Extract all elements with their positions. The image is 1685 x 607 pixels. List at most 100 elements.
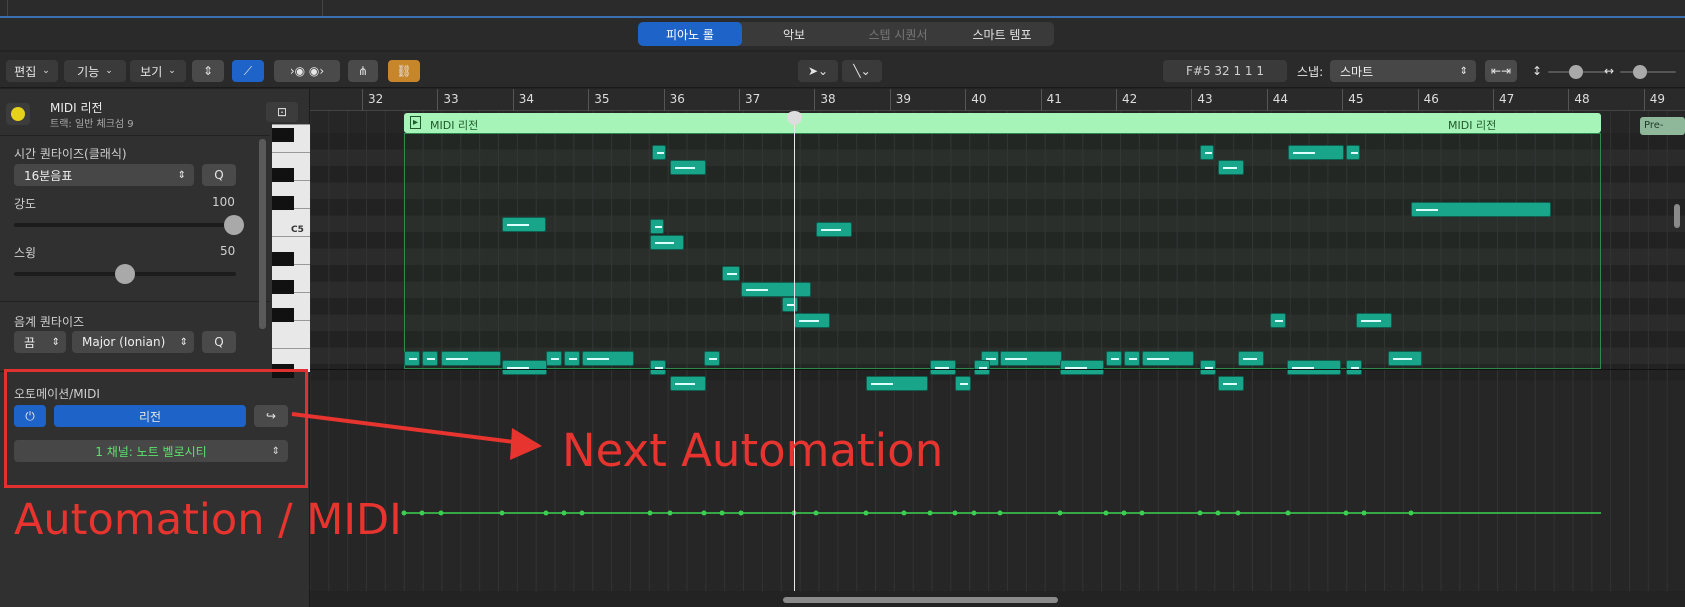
- black-key[interactable]: [272, 196, 294, 210]
- horizontal-scrollbar[interactable]: [783, 597, 1058, 603]
- scale-type-select[interactable]: Major (Ionian) ⇕: [72, 331, 194, 353]
- tuning-button[interactable]: ⋔: [348, 60, 378, 82]
- automation-point[interactable]: [1057, 510, 1063, 516]
- black-key[interactable]: [272, 252, 294, 266]
- black-key[interactable]: [272, 128, 294, 142]
- ruler-tick: [965, 89, 967, 111]
- tab-piano-roll[interactable]: 피아노 롤: [638, 22, 742, 46]
- link-button[interactable]: ⛓: [388, 60, 420, 82]
- catch-buttons[interactable]: ›◉ ◉›: [274, 60, 340, 82]
- ruler-bar-number: 46: [1423, 92, 1439, 106]
- automation-point[interactable]: [579, 510, 585, 516]
- ruler-tick: [1191, 89, 1193, 111]
- ruler-bar-number: 35: [594, 92, 610, 106]
- automation-point[interactable]: [1285, 510, 1291, 516]
- time-quantize-value: 16분음표: [24, 168, 73, 183]
- piano-keyboard[interactable]: C5: [272, 124, 310, 378]
- midi-draw-button[interactable]: ⟋: [232, 60, 264, 82]
- bar-ruler[interactable]: 32 33 34 35 36 37 38 39 40 41 42 43 44 45 46 47 48 49: [310, 89, 1685, 111]
- automation-point[interactable]: [1408, 510, 1414, 516]
- time-quantize-q-button[interactable]: Q: [202, 164, 236, 186]
- snap-select[interactable]: 스마트 ⇕: [1330, 60, 1476, 82]
- automation-point[interactable]: [863, 510, 869, 516]
- playhead[interactable]: [794, 111, 795, 591]
- ruler-tick: [588, 89, 590, 111]
- zoom-fit-button[interactable]: ⇤⇥: [1485, 60, 1517, 82]
- automation-point[interactable]: [438, 510, 444, 516]
- ruler-bar-number: 38: [820, 92, 836, 106]
- vertical-zoom-knob[interactable]: [1569, 65, 1583, 79]
- automation-point[interactable]: [1343, 510, 1349, 516]
- ruler-tick: [362, 89, 363, 111]
- region-collapse-button[interactable]: ⊡: [266, 102, 298, 122]
- swing-slider-knob[interactable]: [115, 264, 135, 284]
- strength-slider-knob[interactable]: [224, 215, 244, 235]
- automation-point[interactable]: [997, 510, 1003, 516]
- ruler-tick: [1040, 89, 1042, 111]
- piano-roll-grid[interactable]: ▸ MIDI 리전 MIDI 리전 Pre-: [310, 111, 1685, 591]
- chevron-down-icon: ⌄: [42, 66, 50, 76]
- tab-step-sequencer[interactable]: 스텝 시퀀서: [846, 22, 950, 46]
- automation-midi-annotation: Automation / MIDI: [14, 495, 402, 545]
- window-top-strip: [0, 0, 1685, 18]
- automation-point[interactable]: [647, 510, 653, 516]
- black-key[interactable]: [272, 308, 294, 322]
- black-key[interactable]: [272, 168, 294, 182]
- strength-label: 강도: [14, 197, 37, 211]
- automation-point[interactable]: [543, 510, 549, 516]
- automation-point[interactable]: [901, 510, 907, 516]
- scale-quantize-q-button[interactable]: Q: [202, 331, 236, 353]
- strength-value: 100: [212, 195, 235, 209]
- view-menu-label: 보기: [140, 64, 163, 79]
- automation-point[interactable]: [701, 510, 707, 516]
- vertical-scrollbar[interactable]: [1674, 204, 1680, 228]
- functions-menu[interactable]: 기능 ⌄: [64, 60, 126, 82]
- automation-point[interactable]: [927, 510, 933, 516]
- automation-point[interactable]: [667, 510, 673, 516]
- black-key[interactable]: [272, 280, 294, 294]
- edit-menu[interactable]: 편집 ⌄: [6, 60, 58, 82]
- automation-point[interactable]: [1103, 510, 1109, 516]
- automation-point[interactable]: [401, 510, 407, 516]
- inspector-scrollbar[interactable]: [259, 139, 266, 329]
- ruler-tick: [1116, 89, 1117, 111]
- editor-toolbar: 편집 ⌄ 기능 ⌄ 보기 ⌄ ⇕ ⟋ ›◉ ◉› ⋔ ⛓ ➤⌄ ╲⌄ F#5 32 1…: [0, 52, 1685, 88]
- automation-point[interactable]: [561, 510, 567, 516]
- automation-point[interactable]: [952, 510, 958, 516]
- scale-root-select[interactable]: 끔 ⇕: [14, 331, 66, 353]
- automation-point[interactable]: [1361, 510, 1367, 516]
- tab-score[interactable]: 악보: [742, 22, 846, 46]
- tab-smart-tempo[interactable]: 스마트 템포: [950, 22, 1054, 46]
- collapse-button[interactable]: ⇕: [192, 60, 224, 82]
- automation-point[interactable]: [419, 510, 425, 516]
- metronome-button[interactable]: [6, 103, 30, 125]
- view-menu[interactable]: 보기 ⌄: [130, 60, 186, 82]
- automation-point[interactable]: [1235, 510, 1241, 516]
- pointer-tool-menu[interactable]: ➤⌄: [798, 60, 838, 82]
- automation-point[interactable]: [971, 510, 977, 516]
- automation-point[interactable]: [1121, 510, 1127, 516]
- automation-point[interactable]: [1197, 510, 1203, 516]
- velocity-automation-lane[interactable]: [310, 111, 1685, 591]
- automation-point[interactable]: [719, 510, 725, 516]
- snap-value: 스마트: [1340, 64, 1374, 79]
- horizontal-zoom-slider[interactable]: [1620, 71, 1676, 73]
- white-key-divider: [272, 124, 310, 125]
- automation-point[interactable]: [813, 510, 819, 516]
- chevron-down-icon: ⌄: [105, 66, 113, 76]
- automation-point[interactable]: [1139, 510, 1145, 516]
- updown-icon: ⇕: [179, 336, 188, 348]
- pointer-tool-icon: ➤⌄: [807, 64, 829, 78]
- automation-point[interactable]: [738, 510, 744, 516]
- pencil-tool-menu[interactable]: ╲⌄: [842, 60, 882, 82]
- horizontal-zoom-knob[interactable]: [1633, 65, 1647, 79]
- ruler-tick: [1643, 89, 1645, 111]
- editor-tabs: 피아노 롤 악보 스텝 시퀀서 스마트 템포: [638, 22, 1054, 46]
- ruler-tick: [663, 89, 665, 111]
- time-quantize-select[interactable]: 16분음표 ⇕: [14, 164, 194, 186]
- ruler-bar-number: 34: [518, 92, 535, 106]
- white-key-divider: [272, 236, 310, 237]
- automation-point[interactable]: [1215, 510, 1221, 516]
- automation-point[interactable]: [499, 510, 505, 516]
- strength-slider[interactable]: [14, 223, 236, 227]
